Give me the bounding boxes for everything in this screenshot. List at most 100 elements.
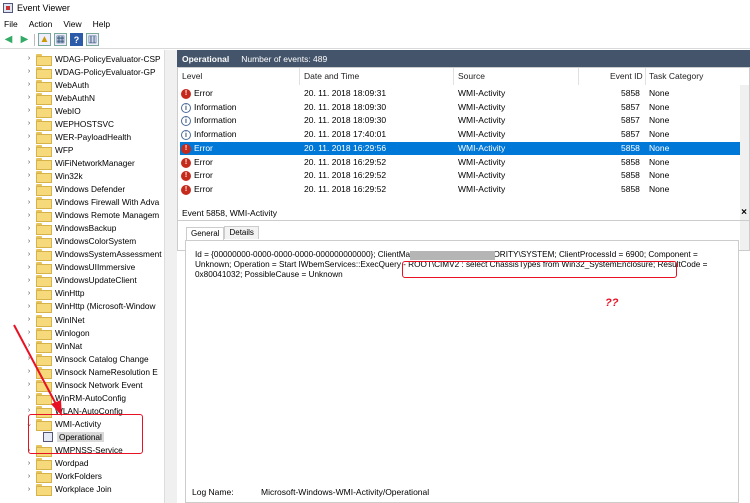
chevron-right-icon[interactable]: › — [24, 277, 34, 284]
back-arrow-icon[interactable]: ◀ — [2, 33, 15, 46]
column-event-id[interactable]: Event ID — [610, 68, 643, 85]
chevron-right-icon[interactable]: › — [24, 316, 34, 323]
log-name-value[interactable]: Microsoft-Windows-WMI-Activity/Operation… — [261, 487, 429, 497]
chevron-right-icon[interactable]: › — [24, 251, 34, 258]
cell-event-id: 5857 — [621, 129, 640, 140]
tree-item[interactable]: › WindowsSystemAssessment — [24, 248, 162, 262]
chevron-right-icon[interactable]: › — [24, 303, 34, 310]
tree-item[interactable]: › WindowsUpdateClient — [24, 274, 137, 288]
chevron-right-icon[interactable]: › — [24, 107, 34, 114]
tree-item[interactable]: › WebAuth — [24, 78, 89, 92]
column-separator[interactable] — [453, 68, 454, 85]
chevron-right-icon[interactable]: › — [24, 368, 34, 375]
menu-view[interactable]: View — [63, 19, 81, 29]
chevron-right-icon[interactable]: › — [24, 342, 34, 349]
column-date[interactable]: Date and Time — [304, 68, 359, 85]
show-hide-action-pane-icon[interactable]: ▥ — [86, 33, 99, 46]
tree-item[interactable]: › Winsock NameResolution E — [24, 365, 158, 379]
chevron-right-icon[interactable]: › — [24, 199, 34, 206]
chevron-right-icon[interactable]: › — [24, 460, 34, 467]
chevron-right-icon[interactable]: › — [24, 473, 34, 480]
tree-item[interactable]: › WDAG-PolicyEvaluator-CSP — [24, 52, 161, 66]
tree-item[interactable]: › WebAuthN — [24, 91, 95, 105]
chevron-right-icon[interactable]: › — [24, 68, 34, 75]
menu-help[interactable]: Help — [93, 19, 110, 29]
tree-item[interactable]: › WebIO — [24, 104, 81, 118]
highlight-box-query — [402, 261, 677, 278]
table-row[interactable]: ! Error 20. 11. 2018 16:29:52 WMI-Activity 5… — [180, 183, 742, 197]
chevron-right-icon[interactable]: › — [24, 146, 34, 153]
cell-date: 20. 11. 2018 18:09:31 — [304, 88, 387, 98]
chevron-right-icon[interactable]: › — [24, 212, 34, 219]
tree-item[interactable]: › WEPHOSTSVC — [24, 117, 114, 131]
tree-item[interactable]: › Windows Firewall With Adva — [24, 196, 159, 210]
tree-item[interactable]: › WiFiNetworkManager — [24, 156, 135, 170]
menu-file[interactable]: File — [4, 19, 18, 29]
tree-item[interactable]: › WinHttp (Microsoft-Window — [24, 300, 156, 314]
tree-item[interactable]: › WorkFolders — [24, 470, 102, 484]
tree-item[interactable]: › WindowsUIImmersive — [24, 261, 135, 275]
tab-details[interactable]: Details — [224, 226, 259, 239]
chevron-right-icon[interactable]: › — [24, 133, 34, 140]
tree-item[interactable]: › Winsock Network Event — [24, 378, 143, 392]
cell-task: None — [649, 129, 670, 140]
cell-task: None — [649, 170, 670, 181]
tab-general[interactable]: General — [186, 227, 225, 240]
chevron-right-icon[interactable]: › — [24, 172, 34, 179]
chevron-right-icon[interactable]: › — [24, 394, 34, 401]
column-level[interactable]: Level — [182, 68, 202, 85]
tree-item[interactable]: › WindowsColorSystem — [24, 235, 136, 249]
column-separator[interactable] — [299, 68, 300, 85]
column-separator[interactable] — [578, 68, 579, 85]
chevron-right-icon[interactable]: › — [24, 238, 34, 245]
chevron-right-icon[interactable]: › — [24, 290, 34, 297]
tree-item[interactable]: › Windows Defender — [24, 183, 125, 196]
chevron-right-icon[interactable]: › — [24, 120, 34, 127]
tree-item[interactable]: › WinNat — [24, 339, 82, 353]
table-row[interactable]: ! Error 20. 11. 2018 16:29:52 WMI-Activity 5… — [180, 156, 742, 170]
tree-item[interactable]: › Winlogon — [24, 326, 90, 340]
tree-item[interactable]: › Wordpad — [24, 457, 89, 471]
table-row[interactable]: i Information 20. 11. 2018 18:09:30 WMI-Act… — [180, 114, 742, 128]
show-hide-tree-icon[interactable]: ▦ — [54, 33, 67, 46]
tree-item[interactable]: › Winsock Catalog Change — [24, 352, 149, 366]
chevron-right-icon[interactable]: › — [24, 159, 34, 166]
column-source[interactable]: Source — [458, 68, 485, 85]
chevron-right-icon[interactable]: › — [24, 225, 34, 232]
table-row[interactable]: i Information 20. 11. 2018 17:40:01 WMI-Act… — [180, 128, 742, 142]
tree-item[interactable]: › WinINet — [24, 313, 85, 327]
up-folder-icon[interactable]: ▲ — [38, 33, 51, 46]
table-row[interactable]: ! Error 20. 11. 2018 16:29:52 WMI-Activity 5… — [180, 169, 742, 183]
tree-item[interactable]: › Windows Remote Managem — [24, 209, 159, 223]
column-separator[interactable] — [645, 68, 646, 85]
column-task-category[interactable]: Task Category — [649, 68, 703, 85]
close-icon[interactable]: × — [741, 207, 747, 218]
help-icon[interactable]: ? — [70, 33, 83, 46]
table-row[interactable]: ! Error 20. 11. 2018 16:29:56 WMI-Activity 5… — [180, 141, 742, 156]
chevron-right-icon[interactable]: › — [24, 381, 34, 388]
tree-item[interactable]: › WinHttp — [24, 287, 85, 301]
info-icon: i — [181, 130, 191, 141]
cell-event-id: 5858 — [621, 142, 640, 153]
chevron-right-icon[interactable]: › — [24, 329, 34, 336]
menu-action[interactable]: Action — [29, 19, 53, 29]
grid-scrollbar[interactable] — [740, 85, 749, 250]
table-row[interactable]: i Information 20. 11. 2018 18:09:30 WMI-Act… — [180, 101, 742, 115]
tree-item[interactable]: › Workplace Join — [24, 483, 112, 497]
tree-item[interactable]: › WindowsBackup — [24, 222, 116, 236]
chevron-right-icon[interactable]: › — [24, 186, 34, 193]
chevron-right-icon[interactable]: › — [24, 94, 34, 101]
tree-item[interactable]: › WinRM-AutoConfig — [24, 391, 126, 405]
tree-item[interactable]: › WER-PayloadHealth — [24, 130, 131, 144]
chevron-right-icon[interactable]: › — [24, 355, 34, 362]
table-row[interactable]: ! Error 20. 11. 2018 18:09:31 WMI-Activity 5… — [180, 87, 742, 101]
tree-item[interactable]: › Win32k — [24, 169, 83, 183]
forward-arrow-icon[interactable]: ▶ — [18, 33, 31, 46]
chevron-right-icon[interactable]: › — [24, 55, 34, 62]
chevron-right-icon[interactable]: › — [24, 264, 34, 271]
chevron-right-icon[interactable]: › — [24, 81, 34, 88]
chevron-right-icon[interactable]: › — [24, 486, 34, 493]
tree-item[interactable]: › WDAG-PolicyEvaluator-GP — [24, 65, 156, 79]
tree-scrollbar[interactable] — [164, 50, 174, 503]
tree-item[interactable]: › WFP — [24, 143, 73, 157]
